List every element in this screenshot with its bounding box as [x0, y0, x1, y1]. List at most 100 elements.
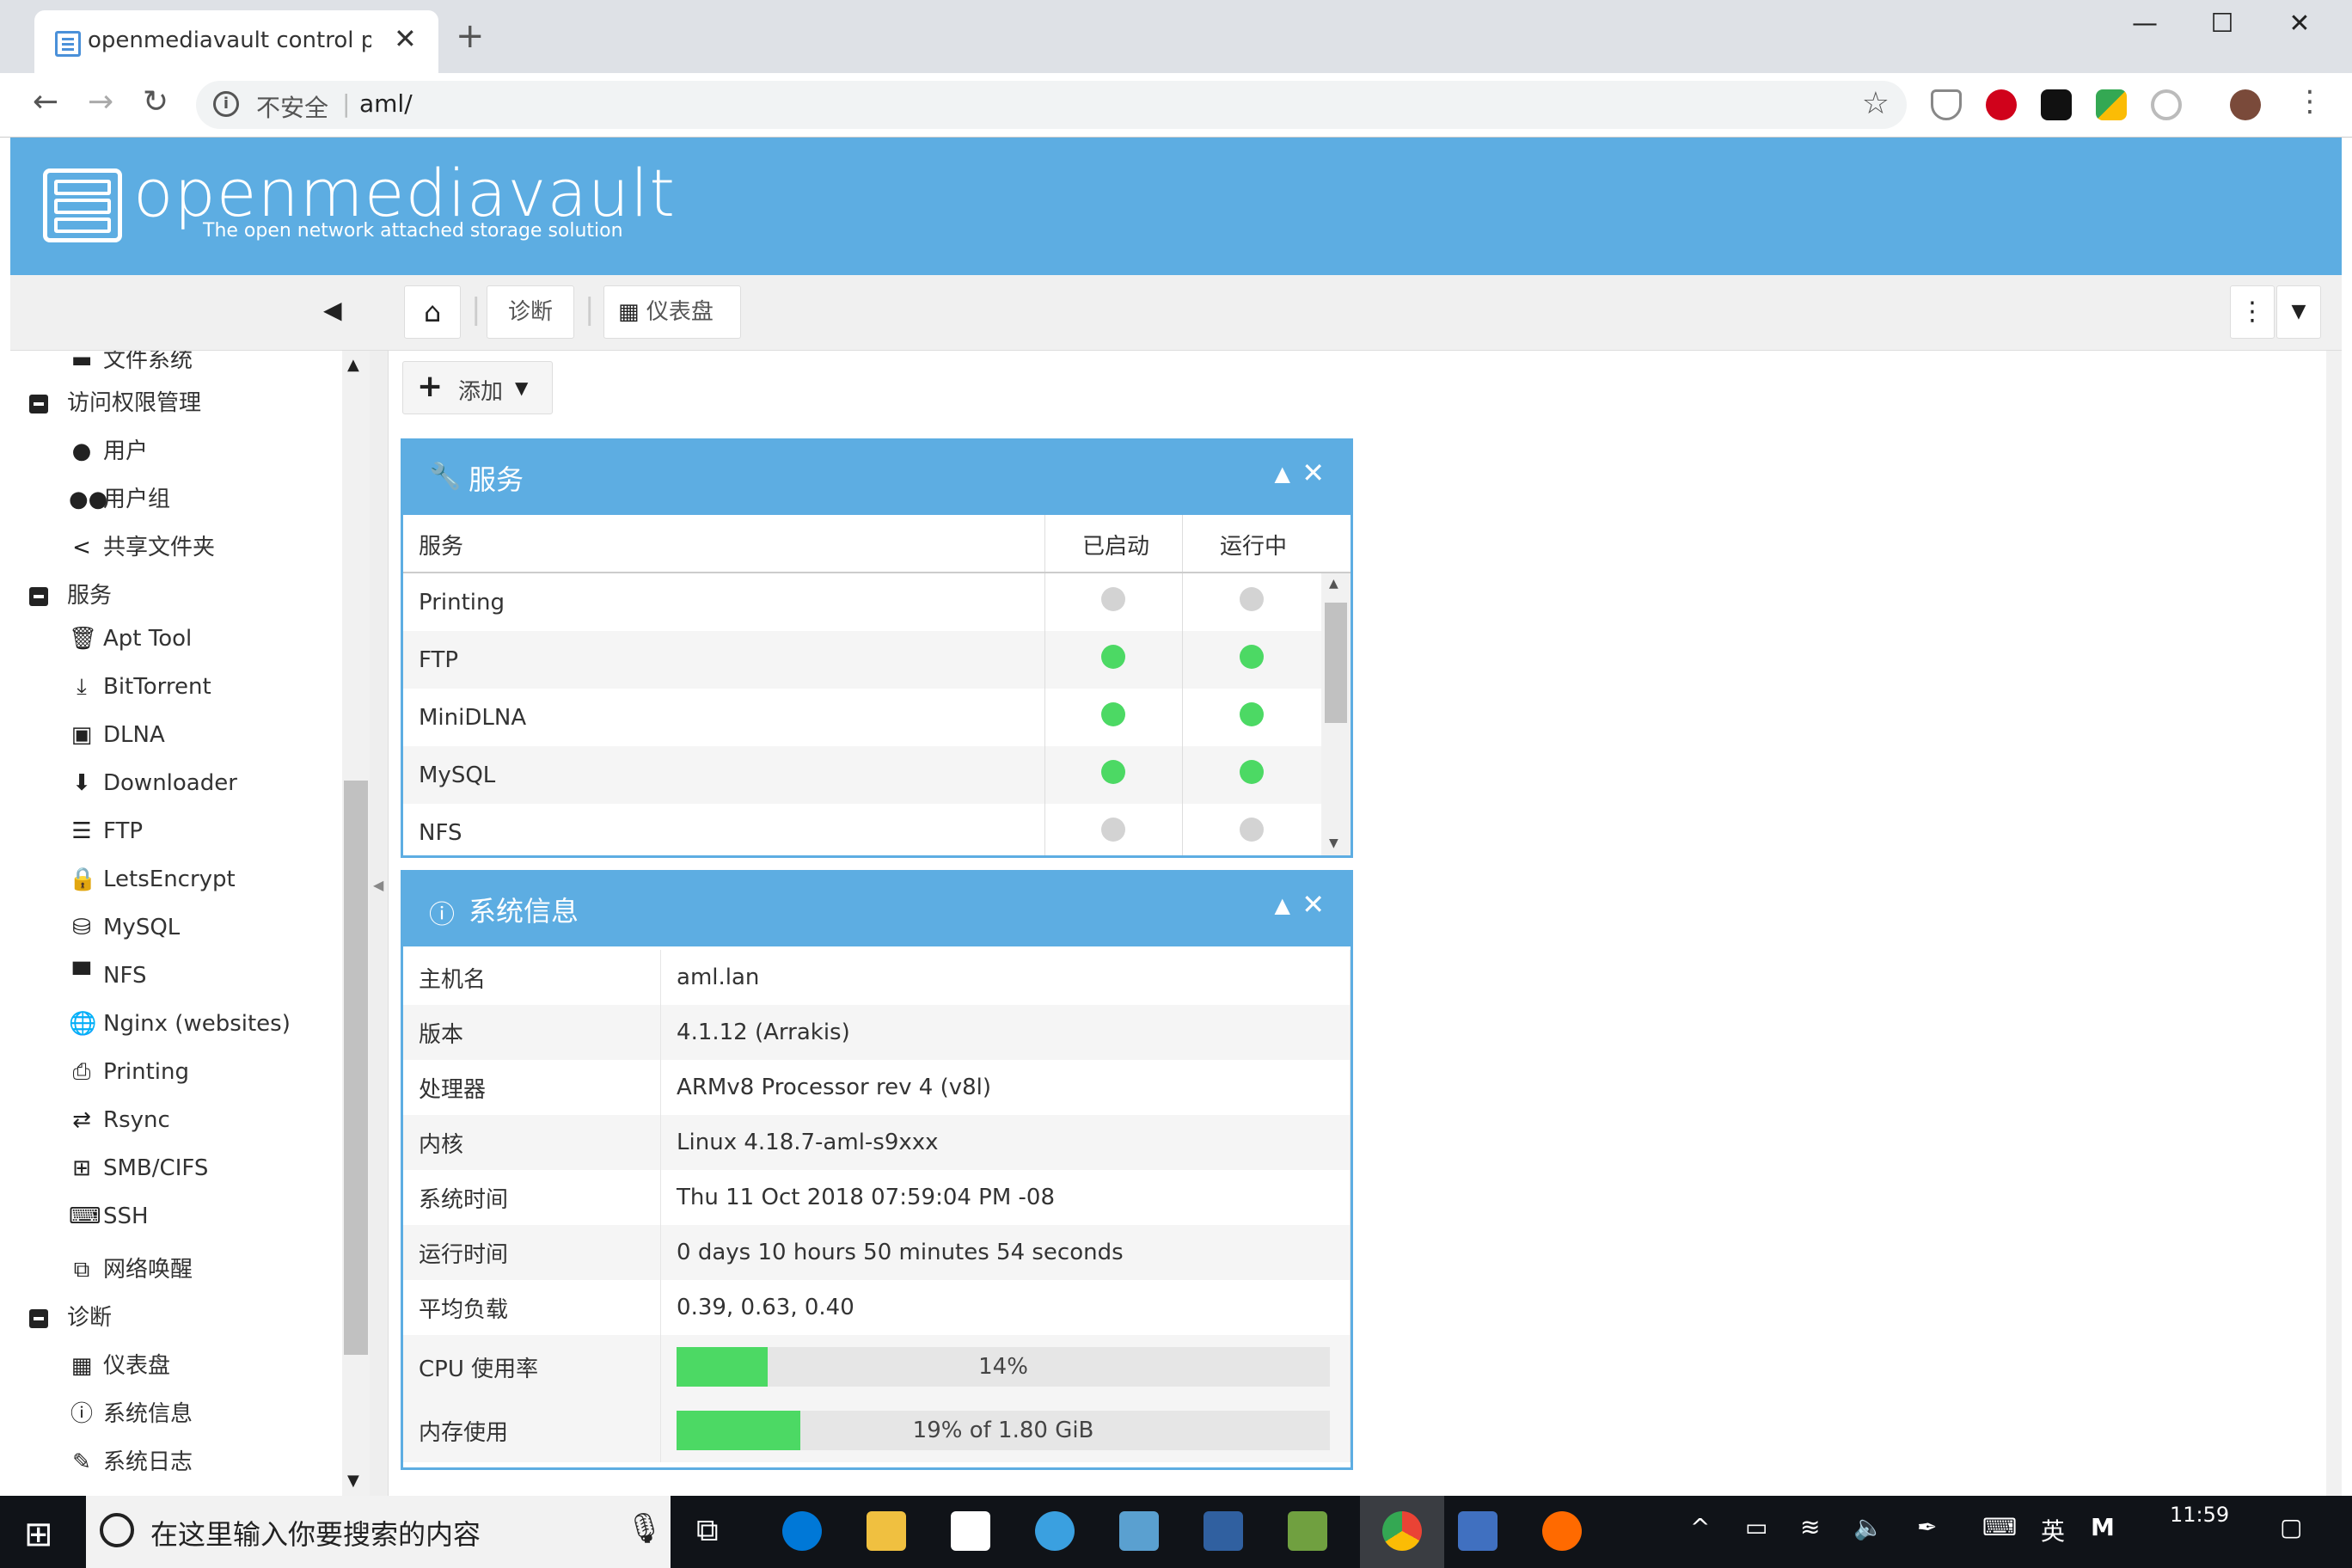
sidebar-item-ftp[interactable]: ☰ FTP — [69, 818, 143, 844]
column-header-service[interactable]: 服务 — [419, 529, 463, 560]
collapse-icon[interactable] — [29, 1308, 48, 1328]
service-row[interactable]: FTP — [403, 631, 1321, 689]
file-explorer-icon[interactable] — [867, 1511, 906, 1551]
app-icon[interactable] — [1035, 1511, 1075, 1551]
scroll-up-icon[interactable]: ▲ — [1329, 577, 1338, 591]
sidebar-group-access[interactable]: 访问权限管理 — [29, 385, 201, 417]
back-icon[interactable]: ← — [33, 84, 58, 119]
adblock-extension-icon[interactable] — [1986, 89, 2017, 120]
maximize-button[interactable]: ☐ — [2184, 9, 2261, 43]
green-extension-icon[interactable] — [2096, 89, 2127, 120]
add-widget-button[interactable]: + 添加 ▼ — [402, 361, 553, 414]
breadcrumb-dashboard[interactable]: ▦ 仪表盘 — [603, 285, 741, 339]
service-row[interactable]: MySQL — [403, 746, 1321, 804]
profile-avatar[interactable] — [2230, 89, 2261, 120]
sidebar-item-apt-tool[interactable]: 🗑 Apt Tool — [69, 626, 192, 652]
sidebar-item-rsync[interactable]: ⇄ Rsync — [69, 1107, 170, 1133]
close-window-button[interactable]: ✕ — [2261, 9, 2338, 43]
service-row[interactable]: MiniDLNA — [403, 689, 1321, 746]
scroll-down-icon[interactable]: ▼ — [1329, 836, 1338, 850]
pen-icon[interactable]: ✒ — [1917, 1513, 1937, 1541]
chrome-icon[interactable] — [1382, 1511, 1422, 1551]
column-header-enabled[interactable]: 已启动 — [1082, 529, 1149, 560]
firefox-icon[interactable] — [1542, 1511, 1582, 1551]
splitter-collapse-icon[interactable]: ◀ — [373, 877, 383, 893]
cortana-icon[interactable] — [100, 1513, 134, 1547]
sidebar-group-diagnostics[interactable]: 诊断 — [29, 1300, 112, 1332]
info-icon[interactable]: i — [213, 91, 239, 117]
dropdown-menu-button[interactable]: ▼ — [2276, 285, 2321, 339]
task-view-icon[interactable]: ⧉ — [696, 1513, 719, 1549]
sidebar-item-letsencrypt[interactable]: 🔒 LetsEncrypt — [69, 867, 236, 892]
services-scrollbar-thumb[interactable] — [1325, 603, 1347, 723]
network-app-icon[interactable] — [1458, 1511, 1498, 1551]
page-scrollbar[interactable] — [2326, 351, 2342, 1496]
bookmark-star-icon[interactable]: ☆ — [1862, 86, 1890, 121]
sidebar-item-smb[interactable]: ⊞ SMB/CIFS — [69, 1155, 208, 1181]
volume-icon[interactable]: 🔈 — [1853, 1513, 1883, 1541]
ime-mode-icon[interactable]: M — [2091, 1513, 2115, 1541]
new-tab-button[interactable]: + — [456, 19, 485, 53]
sidebar-item-dlna[interactable]: ▣ DLNA — [69, 722, 165, 748]
collapse-sidebar-icon[interactable]: ◀ — [323, 296, 342, 324]
service-row[interactable]: NFS — [403, 804, 1321, 855]
minimize-button[interactable]: — — [2106, 9, 2184, 43]
sidebar-splitter[interactable] — [370, 351, 389, 1496]
tampermonkey-extension-icon[interactable] — [2041, 89, 2072, 120]
services-scrollbar[interactable]: ▲ ▼ — [1321, 573, 1351, 855]
close-panel-icon[interactable]: ✕ — [1302, 888, 1325, 921]
scroll-up-icon[interactable]: ▲ — [347, 356, 359, 374]
column-header-running[interactable]: 运行中 — [1220, 529, 1287, 560]
microphone-icon[interactable]: 🎙 — [626, 1511, 663, 1546]
battery-icon[interactable]: ▭ — [1745, 1513, 1767, 1541]
collapse-icon[interactable] — [29, 586, 48, 606]
close-panel-icon[interactable]: ✕ — [1302, 456, 1325, 489]
store-icon[interactable] — [951, 1511, 990, 1551]
sidebar-item-printing[interactable]: ⎙ Printing — [69, 1059, 189, 1086]
sidebar-item-filesystems[interactable]: ▬ 文件系统 — [69, 351, 193, 374]
collapse-panel-icon[interactable]: ▲ — [1275, 462, 1290, 486]
kebab-menu-button[interactable]: ⋮ — [2230, 285, 2275, 339]
browser-menu-icon[interactable]: ⋮ — [2295, 84, 2324, 119]
omnibox[interactable]: i 不安全 | aml/ ☆ — [196, 81, 1907, 129]
clock-time[interactable]: 11:59 — [2170, 1503, 2229, 1527]
shield-extension-icon[interactable] — [1931, 89, 1962, 120]
app-icon[interactable] — [1119, 1511, 1159, 1551]
sidebar-scrollbar-thumb[interactable] — [344, 781, 368, 1355]
collapse-icon[interactable] — [29, 394, 48, 413]
sidebar-item-bittorrent[interactable]: ⤓ BitTorrent — [69, 674, 211, 701]
forward-icon[interactable]: → — [88, 84, 113, 119]
home-button[interactable]: ⌂ — [404, 285, 461, 339]
tab-close-icon[interactable]: ✕ — [394, 22, 417, 55]
sidebar-item-downloader[interactable]: ⬇ Downloader — [69, 770, 237, 796]
sidebar-item-nfs[interactable]: ▀ NFS — [69, 963, 146, 989]
wifi-icon[interactable]: ≋ — [1800, 1513, 1820, 1541]
notification-icon[interactable]: ▢ — [2280, 1513, 2302, 1541]
taskbar-search[interactable]: 在这里输入你要搜索的内容 🎙 — [86, 1496, 671, 1568]
app-icon[interactable] — [1288, 1511, 1327, 1551]
remote-desktop-icon[interactable] — [1204, 1511, 1243, 1551]
service-row[interactable]: Printing — [403, 573, 1321, 631]
breadcrumb-diagnostics[interactable]: 诊断 — [487, 285, 574, 339]
sidebar-item-shared-folders[interactable]: < 共享文件夹 — [69, 530, 215, 561]
sidebar-group-services[interactable]: 服务 — [29, 578, 112, 609]
windows-start-icon[interactable]: ⊞ — [24, 1515, 53, 1554]
tray-chevron-icon[interactable]: ^ — [1690, 1513, 1710, 1541]
url-text[interactable]: aml/ — [359, 89, 413, 118]
sidebar-item-mysql[interactable]: ⛁ MySQL — [69, 915, 180, 940]
reload-icon[interactable]: ↻ — [143, 84, 168, 119]
edge-icon[interactable] — [782, 1511, 822, 1551]
sidebar-item-ssh[interactable]: ⌨SSH — [69, 1204, 149, 1229]
sidebar-item-dashboard[interactable]: ▦ 仪表盘 — [69, 1348, 170, 1380]
keyboard-icon[interactable]: ⌨ — [1982, 1513, 2017, 1541]
grey-extension-icon[interactable] — [2151, 89, 2182, 120]
sidebar-item-system-log[interactable]: ✎ 系统日志 — [69, 1444, 193, 1476]
ime-indicator[interactable]: 英 — [2041, 1513, 2065, 1547]
scroll-down-icon[interactable]: ▼ — [347, 1472, 359, 1490]
sidebar-item-nginx[interactable]: 🌐 Nginx (websites) — [69, 1011, 291, 1037]
collapse-panel-icon[interactable]: ▲ — [1275, 893, 1290, 917]
sidebar-item-groups[interactable]: ●●用户组 — [69, 481, 170, 513]
sidebar-item-wol[interactable]: ⧉ 网络唤醒 — [69, 1252, 193, 1283]
sidebar-item-system-info[interactable]: ⓘ 系统信息 — [69, 1396, 193, 1428]
browser-tab[interactable]: openmediavault control panel ✕ — [34, 10, 438, 73]
